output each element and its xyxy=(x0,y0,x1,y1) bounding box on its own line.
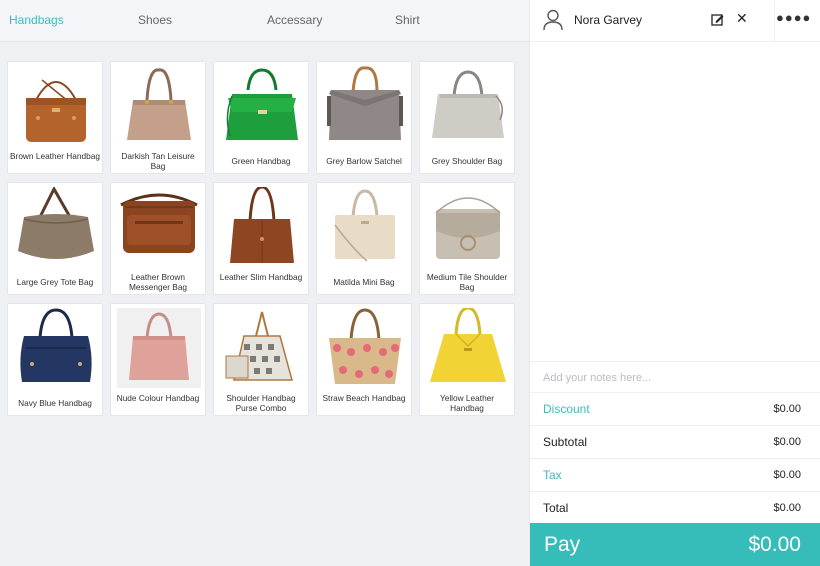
pay-amount: $0.00 xyxy=(748,533,801,556)
cart-items-area xyxy=(530,43,820,360)
divider xyxy=(774,0,775,42)
product-image xyxy=(20,308,92,382)
product-name: Brown Leather Handbag xyxy=(10,151,100,161)
product-name: Navy Blue Handbag xyxy=(18,398,92,408)
tab-accessary[interactable]: Accessary xyxy=(267,13,322,27)
discount-value: $0.00 xyxy=(773,403,801,415)
discount-link[interactable]: Discount xyxy=(543,402,590,416)
close-icon[interactable]: ✕ xyxy=(736,10,748,27)
product-card-green-handbag[interactable]: Green Handbag xyxy=(213,61,309,174)
product-card-darkish-tan-leisure-bag[interactable]: Darkish Tan Leisure Bag xyxy=(110,61,206,174)
discount-row: Discount $0.00 xyxy=(530,393,820,426)
product-name: Medium Tile Shoulder Bag xyxy=(426,272,508,292)
total-label: Total xyxy=(543,501,569,515)
product-card-leather-brown-messenger-bag[interactable]: Leather Brown Messenger Bag xyxy=(110,182,206,295)
product-card-shoulder-handbag-purse-combo[interactable]: Shoulder Handbag Purse Combo xyxy=(213,303,309,416)
product-name: Green Handbag xyxy=(231,156,291,166)
subtotal-label: Subtotal xyxy=(543,435,588,449)
tab-shoes[interactable]: Shoes xyxy=(138,13,172,27)
product-card-straw-beach-handbag[interactable]: Straw Beach Handbag xyxy=(316,303,412,416)
product-name: Nude Colour Handbag xyxy=(116,393,200,403)
product-card-yellow-leather-handbag[interactable]: Yellow Leather Handbag xyxy=(419,303,515,416)
product-card-nude-colour-handbag[interactable]: Nude Colour Handbag xyxy=(110,303,206,416)
product-image xyxy=(226,68,298,140)
product-image xyxy=(225,311,293,381)
product-image xyxy=(334,189,395,262)
product-name: Darkish Tan Leisure Bag xyxy=(121,151,195,171)
customer-header: Nora Garvey ✕ ●●●● xyxy=(530,0,820,42)
total-row: Total $0.00 xyxy=(530,492,820,525)
product-name: Shoulder Handbag Purse Combo xyxy=(226,393,296,413)
subtotal-row: Subtotal $0.00 xyxy=(530,426,820,459)
product-image xyxy=(120,193,198,253)
notes-section xyxy=(530,361,820,393)
product-card-large-grey-tote-bag[interactable]: Large Grey Tote Bag xyxy=(7,182,103,295)
product-card-leather-slim-handbag[interactable]: Leather Slim Handbag xyxy=(213,182,309,295)
product-name: Grey Barlow Satchel xyxy=(326,156,402,166)
order-panel: Nora Garvey ✕ ●●●● Discount $0.00 Subtot… xyxy=(529,0,820,566)
product-image xyxy=(432,70,504,138)
product-name: Matilda Mini Bag xyxy=(333,277,395,287)
product-card-grey-shoulder-bag[interactable]: Grey Shoulder Bag xyxy=(419,61,515,174)
tax-value: $0.00 xyxy=(773,469,801,481)
pay-button[interactable]: Pay $0.00 xyxy=(530,523,820,566)
tab-shirt[interactable]: Shirt xyxy=(395,13,420,27)
customer-name: Nora Garvey xyxy=(574,13,643,27)
product-name: Straw Beach Handbag xyxy=(322,393,406,403)
product-card-navy-blue-handbag[interactable]: Navy Blue Handbag xyxy=(7,303,103,416)
product-name: Leather Brown Messenger Bag xyxy=(128,272,188,292)
product-card-brown-leather-handbag[interactable]: Brown Leather Handbag xyxy=(7,61,103,174)
tax-link[interactable]: Tax xyxy=(543,468,562,482)
tax-row: Tax $0.00 xyxy=(530,459,820,492)
product-image xyxy=(127,68,191,140)
product-name: Yellow Leather Handbag xyxy=(439,393,495,413)
user-icon xyxy=(543,9,563,31)
product-name: Leather Slim Handbag xyxy=(219,272,303,282)
product-image xyxy=(230,187,294,263)
tab-handbags[interactable]: Handbags xyxy=(9,13,64,27)
product-image xyxy=(18,187,94,259)
product-image xyxy=(329,308,401,384)
product-name: Grey Shoulder Bag xyxy=(431,156,503,166)
product-name: Large Grey Tote Bag xyxy=(16,277,94,287)
total-value: $0.00 xyxy=(773,502,801,514)
subtotal-value: $0.00 xyxy=(773,436,801,448)
product-card-matilda-mini-bag[interactable]: Matilda Mini Bag xyxy=(316,182,412,295)
product-image xyxy=(430,308,506,382)
category-tabs: Handbags Shoes Accessary Shirt xyxy=(0,0,529,42)
edit-icon[interactable] xyxy=(711,13,724,26)
product-card-medium-tile-shoulder-bag[interactable]: Medium Tile Shoulder Bag xyxy=(419,182,515,295)
product-image xyxy=(435,197,501,259)
product-image xyxy=(26,79,86,142)
notes-input[interactable] xyxy=(543,369,808,387)
product-card-grey-barlow-satchel[interactable]: Grey Barlow Satchel xyxy=(316,61,412,174)
pay-label: Pay xyxy=(544,533,581,556)
product-image xyxy=(117,308,201,388)
product-panel: Handbags Shoes Accessary Shirt Brown Lea… xyxy=(0,0,529,566)
product-image xyxy=(327,66,403,140)
more-options-icon[interactable]: ●●●● xyxy=(776,10,810,25)
